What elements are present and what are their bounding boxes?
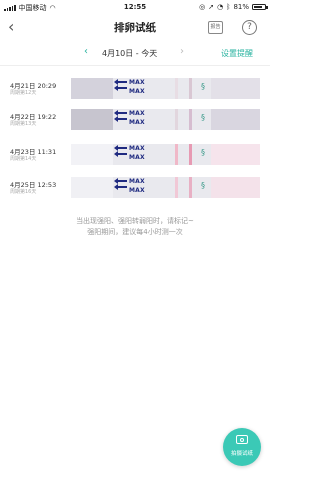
- rotation-lock-icon: ◎: [199, 3, 206, 11]
- record-cycle-day: 周期第13天: [10, 121, 37, 127]
- strip-logo-icon: §: [201, 82, 205, 91]
- help-button[interactable]: ?: [242, 20, 257, 35]
- arrow-left-icon: [114, 85, 127, 91]
- battery-percent: 81%: [233, 3, 249, 11]
- arrow-left-icon: [114, 184, 127, 190]
- arrow-left-icon: [114, 116, 127, 122]
- strip-max-label: MAX: [129, 88, 145, 95]
- strip-max-label: MAX: [129, 110, 145, 117]
- strip-shade: [71, 78, 113, 99]
- bluetooth-icon: ᛒ: [226, 3, 231, 11]
- strip-max-label: MAX: [129, 79, 145, 86]
- report-button[interactable]: 报告: [208, 21, 223, 34]
- strip-max-label: MAX: [129, 178, 145, 185]
- hint-line-2: 强阳期间，建议每4小时测一次: [87, 228, 183, 236]
- arrow-left-icon: [114, 151, 127, 157]
- strip-max-label: MAX: [129, 187, 145, 194]
- strip-max-label: MAX: [129, 154, 145, 161]
- date-prev-chevron-icon[interactable]: ‹: [84, 46, 88, 57]
- set-reminder-link[interactable]: 设置提醒: [221, 48, 253, 59]
- hint-text: 当出现强阳、强阳转弱阳时，请标记~ 强阳期间，建议每4小时测一次: [0, 216, 270, 238]
- divider: [0, 65, 270, 66]
- test-record[interactable]: 4月21日 20:29 周期第12天 MAX MAX §: [0, 76, 270, 102]
- test-line: [175, 78, 178, 99]
- test-strip-photo[interactable]: MAX MAX §: [71, 177, 260, 198]
- strip-logo-icon: §: [201, 181, 205, 190]
- test-record[interactable]: 4月23日 11:31 周期第14天 MAX MAX §: [0, 142, 270, 168]
- strip-logo-icon: §: [201, 113, 205, 122]
- strip-tail: [211, 177, 260, 198]
- hint-line-1: 当出现强阳、强阳转弱阳时，请标记~: [76, 217, 194, 225]
- date-next-chevron-icon[interactable]: ›: [180, 46, 184, 57]
- date-bar: ‹ 4月10日 - 今天 › 设置提醒: [0, 43, 270, 65]
- test-record[interactable]: 4月25日 12:53 周期第16天 MAX MAX §: [0, 175, 270, 201]
- nav-bar: ‹ 排卵试纸 报告 ?: [0, 14, 270, 42]
- control-line: [189, 78, 192, 99]
- record-cycle-day: 周期第14天: [10, 156, 37, 162]
- page-title: 排卵试纸: [114, 22, 156, 34]
- arrow-left-icon: [114, 145, 127, 151]
- test-line: [175, 109, 178, 130]
- date-range-label: 4月10日 - 今天: [102, 49, 158, 58]
- test-line: [175, 177, 178, 198]
- status-right: ◎ ➚ ◔ ᛒ 81%: [199, 3, 268, 11]
- location-icon: ➚: [208, 3, 215, 11]
- alarm-icon: ◔: [217, 3, 224, 11]
- strip-shade: [71, 109, 113, 130]
- camera-icon: [236, 435, 248, 444]
- strip-tail: [211, 109, 260, 130]
- strip-arrows: [114, 178, 127, 192]
- control-line: [189, 177, 192, 198]
- strip-tail: [211, 144, 260, 165]
- record-cycle-day: 周期第16天: [10, 189, 37, 195]
- test-strip-photo[interactable]: MAX MAX §: [71, 109, 260, 130]
- arrow-left-icon: [114, 79, 127, 85]
- test-strip-photo[interactable]: MAX MAX §: [71, 144, 260, 165]
- status-bar: 中国移动 ◠ 12:55 ◎ ➚ ◔ ᛒ 81%: [0, 0, 270, 14]
- test-line: [175, 144, 178, 165]
- strip-arrows: [114, 145, 127, 159]
- strip-tail: [211, 78, 260, 99]
- strip-arrows: [114, 79, 127, 93]
- arrow-left-icon: [114, 178, 127, 184]
- test-record[interactable]: 4月22日 19:22 周期第13天 MAX MAX §: [0, 107, 270, 133]
- arrow-left-icon: [114, 110, 127, 116]
- capture-strip-button[interactable]: 拍摄试纸: [223, 428, 261, 466]
- strip-shade: [71, 177, 113, 198]
- test-strip-photo[interactable]: MAX MAX §: [71, 78, 260, 99]
- strip-max-label: MAX: [129, 119, 145, 126]
- battery-icon: [252, 4, 268, 10]
- strip-max-label: MAX: [129, 145, 145, 152]
- control-line: [189, 144, 192, 165]
- strip-arrows: [114, 110, 127, 124]
- control-line: [189, 109, 192, 130]
- record-cycle-day: 周期第12天: [10, 90, 37, 96]
- strip-shade: [71, 144, 113, 165]
- strip-logo-icon: §: [201, 148, 205, 157]
- capture-strip-label: 拍摄试纸: [230, 451, 253, 457]
